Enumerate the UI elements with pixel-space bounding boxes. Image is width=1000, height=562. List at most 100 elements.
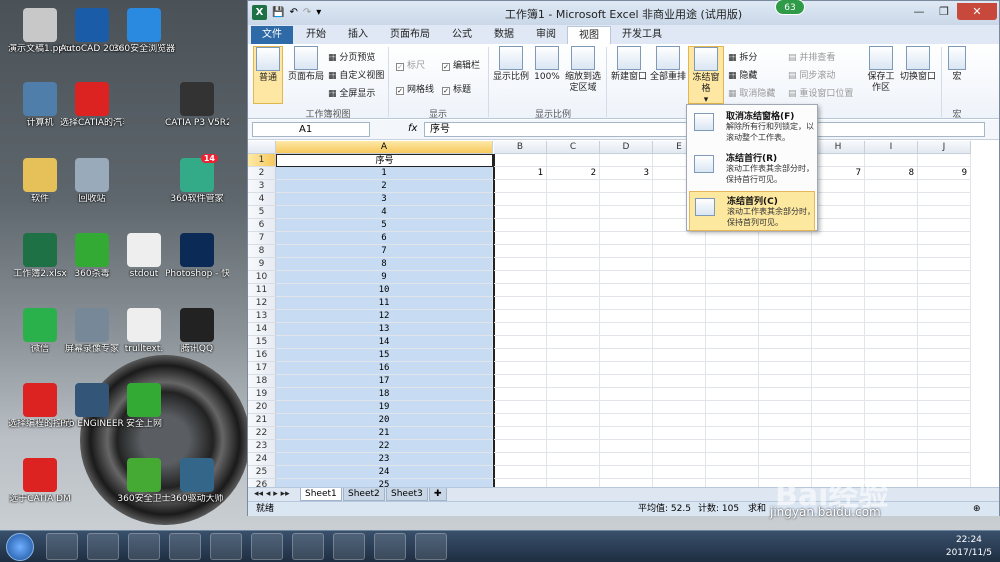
table-cell[interactable]	[547, 401, 600, 414]
table-cell[interactable]	[812, 388, 865, 401]
table-cell[interactable]	[600, 271, 653, 284]
tab-4[interactable]: 公式	[441, 26, 483, 44]
table-cell[interactable]	[494, 414, 547, 427]
table-cell[interactable]	[600, 310, 653, 323]
table-cell[interactable]	[918, 349, 971, 362]
table-cell[interactable]	[653, 258, 706, 271]
table-cell[interactable]	[918, 297, 971, 310]
taskbar-app-3[interactable]	[169, 533, 201, 560]
row-header[interactable]: 24	[248, 453, 276, 466]
row-header[interactable]: 8	[248, 245, 276, 258]
table-cell[interactable]: 7	[812, 167, 865, 180]
table-cell[interactable]	[494, 258, 547, 271]
table-cell[interactable]	[812, 427, 865, 440]
cell-a[interactable]: 8	[276, 258, 493, 271]
table-cell[interactable]	[494, 310, 547, 323]
table-cell[interactable]	[653, 427, 706, 440]
table-cell[interactable]	[706, 401, 759, 414]
row-header[interactable]: 1	[248, 154, 276, 167]
taskbar-app-0[interactable]	[46, 533, 78, 560]
table-cell[interactable]	[759, 349, 812, 362]
table-cell[interactable]	[547, 180, 600, 193]
table-cell[interactable]	[918, 154, 971, 167]
desktop-icon[interactable]: 回收站	[60, 158, 124, 205]
new-window-button[interactable]: 新建窗口	[610, 46, 648, 83]
cell-a[interactable]: 3	[276, 193, 493, 206]
table-cell[interactable]	[918, 219, 971, 232]
table-cell[interactable]	[547, 284, 600, 297]
close-icon[interactable]: ✕	[957, 3, 997, 20]
table-cell[interactable]	[547, 375, 600, 388]
table-cell[interactable]	[812, 414, 865, 427]
cell-a[interactable]: 14	[276, 336, 493, 349]
table-cell[interactable]	[759, 310, 812, 323]
cell-a[interactable]: 6	[276, 232, 493, 245]
desktop-icon[interactable]: Photoshop - 快捷方式	[165, 233, 229, 280]
gridlines-checkbox[interactable]: ✓ 网格线	[396, 82, 434, 95]
table-cell[interactable]	[600, 180, 653, 193]
table-cell[interactable]	[653, 453, 706, 466]
table-cell[interactable]	[653, 362, 706, 375]
desktop-icon[interactable]: 腾讯QQ	[165, 308, 229, 355]
table-cell[interactable]: 2	[547, 167, 600, 180]
cell-a[interactable]: 13	[276, 323, 493, 336]
table-cell[interactable]	[547, 414, 600, 427]
table-cell[interactable]	[759, 388, 812, 401]
table-cell[interactable]	[494, 245, 547, 258]
table-cell[interactable]	[547, 466, 600, 479]
unhide-button[interactable]: ▦ 取消隐藏	[728, 86, 775, 99]
table-cell[interactable]	[600, 232, 653, 245]
table-cell[interactable]	[759, 401, 812, 414]
cell-a[interactable]: 19	[276, 401, 493, 414]
row-header[interactable]: 10	[248, 271, 276, 284]
table-cell[interactable]	[494, 219, 547, 232]
cell-a[interactable]: 5	[276, 219, 493, 232]
sheet-tab-1[interactable]: Sheet1	[300, 488, 342, 501]
tab-5[interactable]: 数据	[483, 26, 525, 44]
table-cell[interactable]	[494, 323, 547, 336]
table-cell[interactable]	[600, 362, 653, 375]
save-workspace-button[interactable]: 保存工作区	[865, 46, 897, 94]
freeze-panes-button[interactable]: 冻结窗格 ▾	[688, 46, 724, 105]
table-cell[interactable]	[653, 349, 706, 362]
row-header[interactable]: 22	[248, 427, 276, 440]
table-cell[interactable]	[600, 323, 653, 336]
split-button[interactable]: ▦ 拆分	[728, 50, 757, 63]
table-cell[interactable]	[865, 453, 918, 466]
table-cell[interactable]	[759, 440, 812, 453]
tab-6[interactable]: 审阅	[525, 26, 567, 44]
table-cell[interactable]	[653, 401, 706, 414]
table-cell[interactable]	[865, 193, 918, 206]
row-header[interactable]: 15	[248, 336, 276, 349]
column-header-a[interactable]: A	[276, 141, 493, 154]
table-cell[interactable]	[865, 401, 918, 414]
table-cell[interactable]	[653, 388, 706, 401]
normal-view-button[interactable]: 普通	[253, 46, 283, 104]
row-header[interactable]: 11	[248, 284, 276, 297]
table-cell[interactable]	[547, 362, 600, 375]
cell-a[interactable]: 21	[276, 427, 493, 440]
table-cell[interactable]	[812, 453, 865, 466]
cell-a[interactable]: 24	[276, 466, 493, 479]
row-header[interactable]: 5	[248, 206, 276, 219]
menu-item-freeze-0[interactable]: 取消冻结窗格(F) 解除所有行和列锁定，以滚动整个工作表。	[689, 107, 815, 147]
table-cell[interactable]	[494, 440, 547, 453]
custom-view-button[interactable]: ▦ 自定义视图	[328, 68, 384, 81]
table-cell[interactable]	[600, 466, 653, 479]
system-clock[interactable]: 22:24 2017/11/5	[946, 534, 992, 560]
cell-a[interactable]: 16	[276, 362, 493, 375]
table-cell[interactable]	[600, 401, 653, 414]
table-cell[interactable]	[600, 258, 653, 271]
cell-a[interactable]: 9	[276, 271, 493, 284]
table-cell[interactable]	[600, 336, 653, 349]
sync-scroll-button[interactable]: ▤ 同步滚动	[788, 68, 835, 81]
table-cell[interactable]	[547, 154, 600, 167]
table-cell[interactable]	[865, 414, 918, 427]
menu-item-freeze-2[interactable]: 冻结首列(C) 滚动工作表其余部分时，保持首列可见。	[689, 191, 815, 231]
table-cell[interactable]	[547, 349, 600, 362]
table-cell[interactable]	[759, 362, 812, 375]
table-cell[interactable]	[812, 401, 865, 414]
desktop-icon[interactable]: 选择CATIA的汽车设计系统	[60, 82, 124, 129]
table-cell[interactable]	[759, 245, 812, 258]
zoom-selection-button[interactable]: 缩放到选定区域	[563, 46, 603, 94]
